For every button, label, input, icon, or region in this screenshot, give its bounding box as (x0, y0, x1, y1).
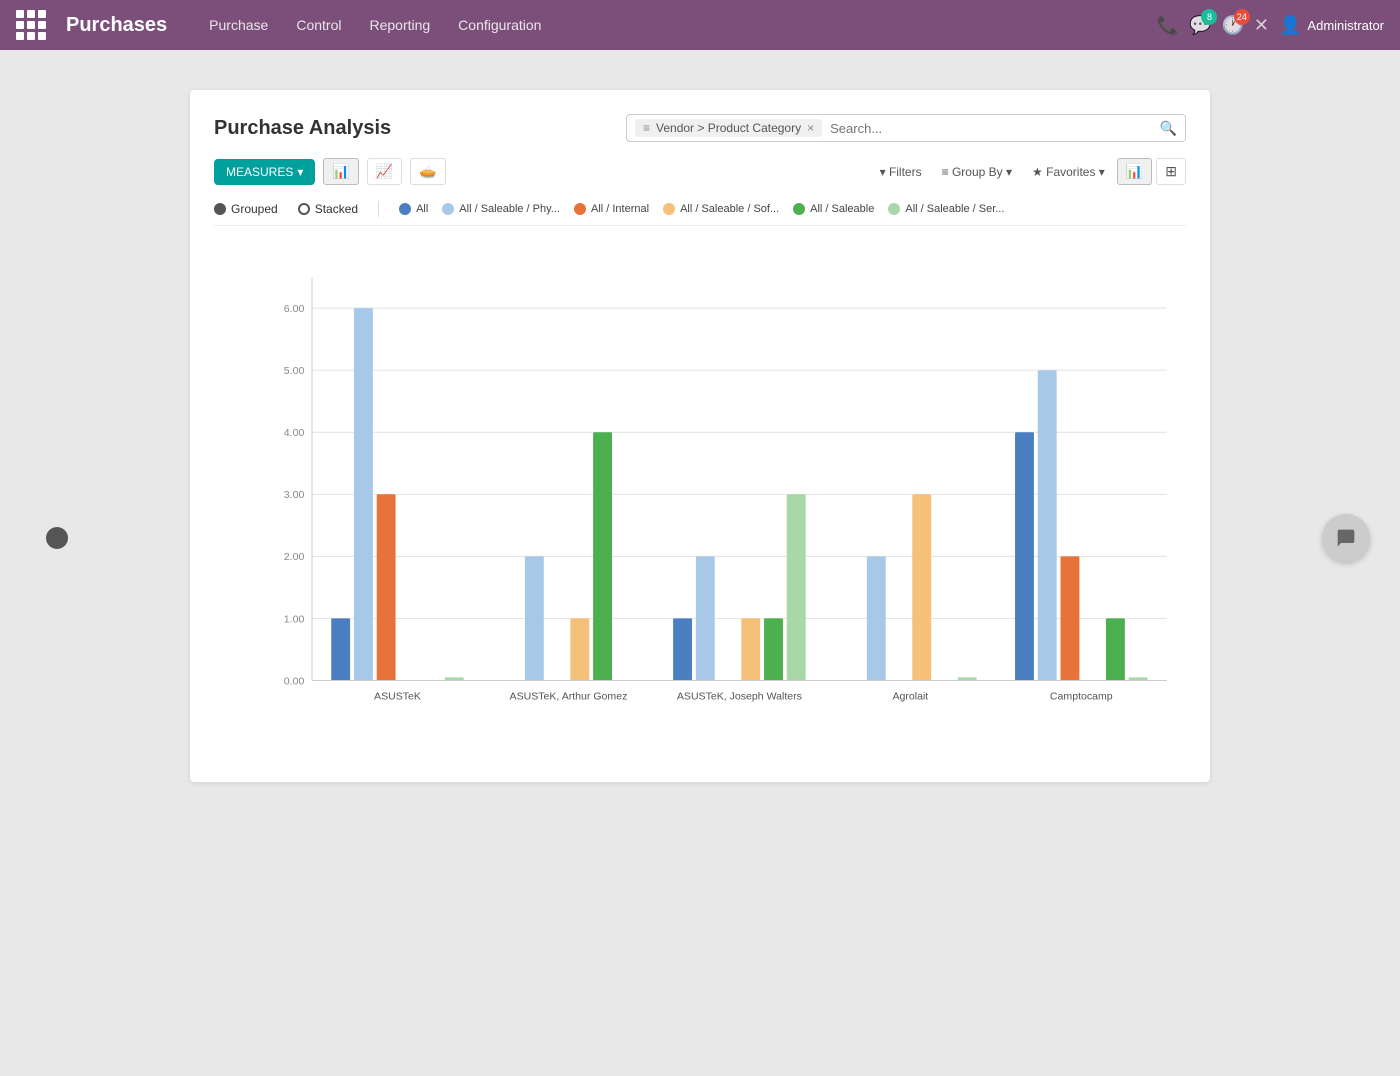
group-by-button[interactable]: ≡ Group By ▾ (934, 161, 1020, 183)
grouped-label: Grouped (231, 202, 278, 216)
svg-text:4.00: 4.00 (284, 427, 305, 439)
legend-dot-3 (663, 203, 675, 215)
bar-chart-view-button[interactable]: 📊 (323, 158, 358, 185)
svg-text:0.00: 0.00 (284, 675, 305, 687)
toolbar: MEASURES ▾ 📊 📈 🥧 ▾ Filters ≡ Group By ▾ … (214, 158, 1186, 185)
chart-container: 0.00 1.00 2.00 3.00 4.00 5.00 6.00 ASUSTeK ASUST… (214, 238, 1186, 758)
menu-configuration[interactable]: Configuration (446, 11, 553, 39)
purchase-analysis-card: Purchase Analysis ≡ Vendor > Product Cat… (190, 90, 1210, 782)
left-circle-indicator (46, 527, 68, 549)
grouped-radio-dot (214, 203, 226, 215)
float-action-button[interactable] (1322, 514, 1370, 562)
stacked-radio[interactable]: Stacked (298, 202, 358, 216)
legend-separator (378, 201, 379, 217)
search-input[interactable] (822, 121, 1159, 136)
measures-button[interactable]: MEASURES ▾ (214, 159, 315, 185)
svg-text:Camptocamp: Camptocamp (1050, 691, 1113, 703)
activity-icon[interactable]: 🕐 24 (1221, 15, 1243, 36)
phone-icon[interactable]: 📞 (1157, 15, 1179, 36)
svg-text:3.00: 3.00 (284, 489, 305, 501)
legend-dot-5 (888, 203, 900, 215)
legend-text-4: All / Saleable (810, 203, 874, 215)
remove-filter-button[interactable]: × (807, 121, 814, 135)
legend-dot-2 (574, 203, 586, 215)
filters-button[interactable]: ▾ Filters (872, 161, 930, 183)
legend-item-4: All / Saleable (793, 203, 874, 215)
chart-view-toggle[interactable]: 📊 (1117, 158, 1152, 185)
svg-text:1.00: 1.00 (284, 613, 305, 625)
activity-badge: 24 (1234, 9, 1250, 25)
legend-text-1: All / Saleable / Phy... (459, 203, 560, 215)
svg-text:2.00: 2.00 (284, 551, 305, 563)
measures-chevron: ▾ (297, 165, 303, 179)
toolbar-right: ▾ Filters ≡ Group By ▾ ★ Favorites ▾ 📊 ⊞ (872, 158, 1186, 185)
stacked-label: Stacked (315, 202, 358, 216)
close-icon[interactable]: ✕ (1254, 15, 1269, 36)
menu-purchase[interactable]: Purchase (197, 11, 280, 39)
svg-text:6.00: 6.00 (284, 303, 305, 315)
svg-text:ASUSTeK, Joseph Walters: ASUSTeK, Joseph Walters (677, 691, 802, 703)
messages-badge: 8 (1201, 9, 1217, 25)
topnav: Purchases Purchase Control Reporting Con… (0, 0, 1400, 50)
legend-item-1: All / Saleable / Phy... (442, 203, 560, 215)
legend-dot-1 (442, 203, 454, 215)
search-icon[interactable]: 🔍 (1160, 120, 1177, 137)
filter-tag-label: Vendor > Product Category (656, 121, 801, 135)
grouped-radio[interactable]: Grouped (214, 202, 278, 216)
topnav-actions: 📞 💬 8 🕐 24 ✕ 👤 Administrator (1157, 15, 1384, 36)
main-wrapper: Purchase Analysis ≡ Vendor > Product Cat… (0, 50, 1400, 1076)
legend-text-0: All (416, 203, 428, 215)
bar-chart: 0.00 1.00 2.00 3.00 4.00 5.00 6.00 ASUSTeK ASUST… (264, 238, 1186, 758)
menu-reporting[interactable]: Reporting (357, 11, 442, 39)
legend-item-3: All / Saleable / Sof... (663, 203, 779, 215)
svg-text:5.00: 5.00 (284, 365, 305, 377)
measures-label: MEASURES (226, 165, 293, 179)
table-view-toggle[interactable]: ⊞ (1156, 158, 1186, 185)
menu-control[interactable]: Control (284, 11, 353, 39)
app-switcher-icon[interactable] (16, 10, 46, 40)
chat-icon (1336, 528, 1356, 548)
legend-item-5: All / Saleable / Ser... (888, 203, 1004, 215)
list-icon: ≡ (643, 121, 650, 135)
legend-item-0: All (399, 203, 428, 215)
page-title: Purchase Analysis (214, 117, 391, 140)
messages-icon[interactable]: 💬 8 (1189, 15, 1211, 36)
favorites-button[interactable]: ★ Favorites ▾ (1024, 161, 1113, 183)
svg-text:Agrolait: Agrolait (892, 691, 928, 703)
svg-text:ASUSTeK, Arthur Gomez: ASUSTeK, Arthur Gomez (510, 691, 628, 703)
filter-tag: ≡ Vendor > Product Category × (635, 119, 822, 137)
legend-text-2: All / Internal (591, 203, 649, 215)
admin-menu[interactable]: 👤 Administrator (1279, 15, 1384, 36)
legend-dot-4 (793, 203, 805, 215)
top-menu: Purchase Control Reporting Configuration (197, 11, 1136, 39)
admin-label: Administrator (1307, 18, 1384, 33)
legend-item-2: All / Internal (574, 203, 649, 215)
pie-chart-view-button[interactable]: 🥧 (410, 158, 445, 185)
legend-text-3: All / Saleable / Sof... (680, 203, 779, 215)
legend-items: All All / Saleable / Phy... All / Internal… (399, 203, 1004, 215)
stacked-radio-dot (298, 203, 310, 215)
search-bar: ≡ Vendor > Product Category × 🔍 (626, 114, 1186, 142)
legend-text-5: All / Saleable / Ser... (905, 203, 1004, 215)
legend-dot-0 (399, 203, 411, 215)
card-header: Purchase Analysis ≡ Vendor > Product Cat… (214, 114, 1186, 142)
legend-row: Grouped Stacked All All / Saleable / Phy.… (214, 201, 1186, 226)
app-title: Purchases (66, 14, 167, 37)
svg-text:ASUSTeK: ASUSTeK (374, 691, 421, 703)
line-chart-view-button[interactable]: 📈 (367, 158, 402, 185)
